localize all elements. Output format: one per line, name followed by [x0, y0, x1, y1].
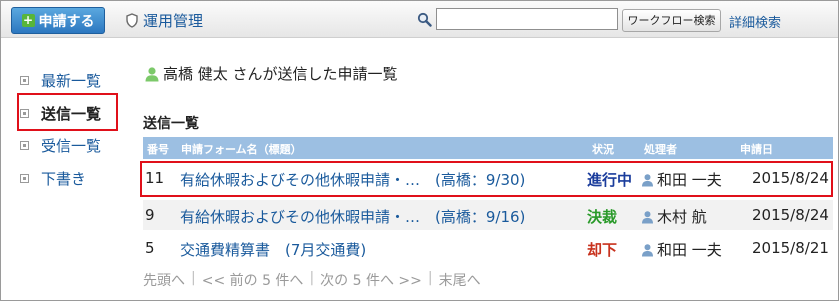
user-icon	[145, 66, 159, 81]
page-title-text: 高橋 健太 さんが送信した申請一覧	[163, 65, 398, 83]
row-form-link[interactable]: 有給休暇およびその他休暇申請・… (高橋：9/16)	[180, 206, 525, 227]
selected-row-highlight	[140, 161, 833, 197]
status-badge: 決裁	[587, 208, 618, 226]
handler-name: 木村 航	[657, 208, 707, 226]
sidebar-item-received[interactable]: 受信一覧	[20, 135, 101, 156]
sidebar-item-label: 最新一覧	[41, 72, 102, 90]
advanced-search-link[interactable]: 詳細検索	[729, 12, 781, 31]
new-request-button[interactable]: + 申請する	[11, 7, 105, 34]
admin-label: 運用管理	[143, 12, 204, 30]
row-handler: 木村 航	[641, 206, 707, 227]
pager-prev: << 前の 5 件へ	[201, 273, 304, 289]
pager-first: 先頭へ	[143, 273, 185, 289]
column-header-form: 申請フォーム名（標題）	[181, 143, 302, 156]
bullet-icon	[20, 76, 29, 85]
row-form-link[interactable]: 交通費精算書 (7月交通費)	[180, 239, 366, 260]
search-input[interactable]	[436, 8, 618, 30]
pager: 先頭へ | << 前の 5 件へ | 次の 5 件へ >> | 末尾へ	[143, 270, 481, 290]
search-icon	[417, 12, 432, 27]
pager-next: 次の 5 件へ >>	[320, 273, 422, 289]
column-header-number: 番号	[147, 143, 169, 156]
admin-link[interactable]: 運用管理	[126, 10, 203, 31]
shield-icon	[126, 13, 138, 28]
table-row: 5 交通費精算書 (7月交通費) 却下 和田 一夫 2015/8/21	[143, 233, 833, 263]
table-row: 9 有給休暇およびその他休暇申請・… (高橋：9/16) 決裁 木村 航 201…	[143, 200, 833, 230]
pager-separator: |	[309, 270, 315, 286]
pager-separator: |	[191, 270, 196, 286]
sidebar-item-label: 下書き	[41, 170, 87, 188]
bullet-icon	[20, 141, 29, 150]
sidebar-item-drafts[interactable]: 下書き	[20, 168, 86, 189]
row-handler: 和田 一夫	[641, 239, 722, 260]
active-item-highlight	[17, 93, 118, 131]
column-header-date: 申請日	[740, 143, 773, 156]
column-header-status: 状況	[592, 143, 614, 156]
status-badge: 却下	[587, 241, 618, 259]
row-date: 2015/8/21	[752, 239, 829, 257]
sidebar-item-latest[interactable]: 最新一覧	[20, 70, 101, 91]
column-header-handler: 処理者	[644, 143, 677, 156]
table-header: 番号 申請フォーム名（標題） 状況 処理者 申請日	[143, 137, 833, 159]
sidebar-item-label: 受信一覧	[41, 137, 102, 155]
bullet-icon	[20, 174, 29, 183]
section-title: 送信一覧	[143, 116, 199, 132]
handler-name: 和田 一夫	[657, 241, 722, 259]
row-number: 5	[145, 239, 155, 257]
plus-icon: +	[21, 13, 35, 27]
user-icon	[642, 210, 653, 223]
user-icon	[642, 243, 653, 256]
top-toolbar: + 申請する 運用管理 ワークフロー検索 詳細検索	[1, 1, 838, 38]
workflow-search-button[interactable]: ワークフロー検索	[622, 9, 721, 32]
row-date: 2015/8/24	[752, 206, 829, 224]
pager-last: 末尾へ	[438, 273, 481, 289]
pager-separator: |	[427, 270, 433, 286]
page-title: 高橋 健太 さんが送信した申請一覧	[144, 63, 398, 84]
row-number: 9	[145, 206, 155, 224]
new-request-label: 申請する	[38, 13, 95, 30]
